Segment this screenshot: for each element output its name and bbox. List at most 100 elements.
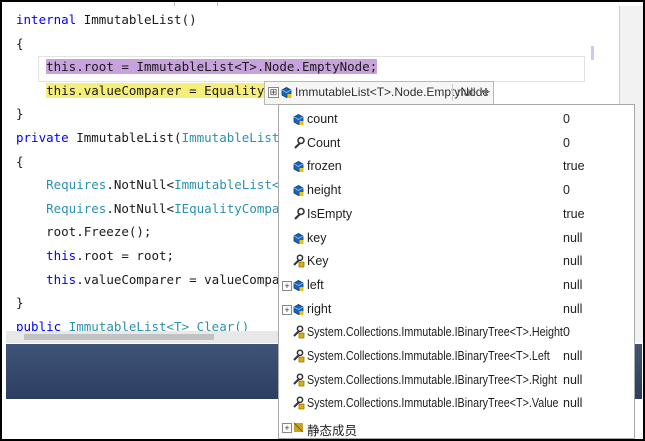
member-row[interactable]: Count 0 xyxy=(279,132,634,156)
expand-icon[interactable]: + xyxy=(282,304,292,315)
member-value: true xyxy=(563,206,585,221)
member-row[interactable]: + 静态成员 xyxy=(279,416,634,439)
code-line[interactable]: this.root = root; xyxy=(16,245,174,267)
member-name: System.Collections.Immutable.IBinaryTree… xyxy=(307,396,559,411)
member-name: right xyxy=(307,301,332,316)
code-token: private xyxy=(16,130,77,145)
datatip-expander[interactable]: ⊞ xyxy=(268,87,279,98)
property-locked-icon xyxy=(292,373,305,390)
property-locked-icon xyxy=(292,325,305,342)
member-value: null xyxy=(563,372,583,387)
member-value: null xyxy=(563,301,583,316)
member-value: null xyxy=(563,254,583,269)
member-row[interactable]: key null xyxy=(279,227,634,251)
code-token: .valueComparer = valueComparer; xyxy=(76,271,310,287)
member-row[interactable]: height 0 xyxy=(279,179,634,203)
code-token: Requires xyxy=(46,177,107,193)
member-row[interactable]: + left null xyxy=(279,274,634,298)
property-locked-icon xyxy=(292,349,305,366)
member-row[interactable]: System.Collections.Immutable.IBinaryTree… xyxy=(279,392,634,416)
code-token: this.root = ImmutableList<T>.Node.EmptyN… xyxy=(46,59,378,75)
datatip-divider xyxy=(452,84,453,101)
datatip[interactable]: ⊞ ImmutableList<T>.Node.EmptyNode null xyxy=(264,81,494,105)
expand-icon[interactable]: + xyxy=(282,423,292,434)
member-value: null xyxy=(563,396,583,411)
member-row[interactable]: + right null xyxy=(279,298,634,322)
code-line[interactable]: { xyxy=(16,151,24,173)
screenshot-frame: internal ImmutableList() { this.root = Im… xyxy=(0,0,645,441)
member-name: left xyxy=(307,277,324,292)
code-token: Requires xyxy=(46,200,107,216)
code-line[interactable]: internal ImmutableList() xyxy=(16,9,197,31)
member-row[interactable]: System.Collections.Immutable.IBinaryTree… xyxy=(279,321,634,345)
code-line[interactable]: root.Freeze(); xyxy=(16,221,151,243)
field-icon xyxy=(292,183,305,200)
code-line[interactable]: { xyxy=(16,33,24,55)
member-name: System.Collections.Immutable.IBinaryTree… xyxy=(307,325,563,340)
field-icon xyxy=(292,159,305,176)
member-value: 0 xyxy=(563,135,570,150)
member-name: height xyxy=(307,183,342,198)
expand-icon[interactable]: + xyxy=(282,280,292,291)
code-token: } xyxy=(16,106,24,122)
datatip-value: null xyxy=(457,85,476,99)
scrollbar-thumb[interactable] xyxy=(24,334,214,340)
bottom-panel-area xyxy=(6,399,281,437)
code-line[interactable]: } xyxy=(16,292,24,314)
datatip-member-list[interactable]: count 0 Count 0 frozen true height 0 IsEmpty true… xyxy=(278,104,635,439)
member-name: frozen xyxy=(307,159,342,174)
member-row[interactable]: count 0 xyxy=(279,108,634,132)
code-line[interactable]: } xyxy=(16,103,24,125)
member-value: 0 xyxy=(563,112,570,126)
member-row[interactable]: System.Collections.Immutable.IBinaryTree… xyxy=(279,369,634,393)
code-token: ImmutableList() xyxy=(83,12,197,27)
member-name: count xyxy=(307,112,338,126)
property-icon xyxy=(292,207,305,224)
member-name: key xyxy=(307,230,327,245)
code-token: .NotNull< xyxy=(106,177,175,193)
property-locked-icon xyxy=(292,254,305,271)
code-token: internal xyxy=(16,12,84,27)
member-name: Key xyxy=(307,254,329,269)
member-name: Count xyxy=(307,135,341,150)
member-name: IsEmpty xyxy=(307,206,353,221)
horizontal-scrollbar[interactable] xyxy=(6,331,281,343)
member-value: null xyxy=(563,277,583,292)
code-token: this xyxy=(46,271,77,287)
member-row[interactable]: IsEmpty true xyxy=(279,203,634,227)
field-icon xyxy=(292,302,305,319)
pin-icon[interactable] xyxy=(479,86,490,100)
member-name: 静态成员 xyxy=(307,424,358,439)
code-token: { xyxy=(16,153,24,169)
field-icon xyxy=(280,85,293,102)
member-value: null xyxy=(563,230,583,245)
field-icon xyxy=(292,112,305,129)
code-token: .NotNull< xyxy=(106,200,175,216)
code-line[interactable]: this.root = ImmutableList<T>.Node.EmptyN… xyxy=(16,56,378,78)
code-token: { xyxy=(16,35,24,51)
code-token: root.Freeze(); xyxy=(16,224,152,240)
member-row[interactable]: System.Collections.Immutable.IBinaryTree… xyxy=(279,345,634,369)
property-locked-icon xyxy=(292,396,305,413)
member-name: System.Collections.Immutable.IBinaryTree… xyxy=(307,349,550,363)
static-icon xyxy=(292,420,305,437)
change-marker xyxy=(591,46,594,60)
member-row[interactable]: frozen true xyxy=(279,155,634,179)
code-token: .root = root; xyxy=(76,248,175,263)
field-icon xyxy=(292,231,305,248)
code-token: this xyxy=(46,248,77,263)
member-value: 0 xyxy=(563,325,570,340)
code-token: } xyxy=(16,295,24,311)
member-value: true xyxy=(563,159,585,174)
member-row[interactable]: Key null xyxy=(279,250,634,274)
code-line[interactable]: this.valueComparer = valueComparer; xyxy=(16,269,310,291)
code-token: ImmutableList( xyxy=(76,130,182,145)
member-value: 0 xyxy=(563,183,570,198)
member-name: System.Collections.Immutable.IBinaryTree… xyxy=(307,372,557,387)
